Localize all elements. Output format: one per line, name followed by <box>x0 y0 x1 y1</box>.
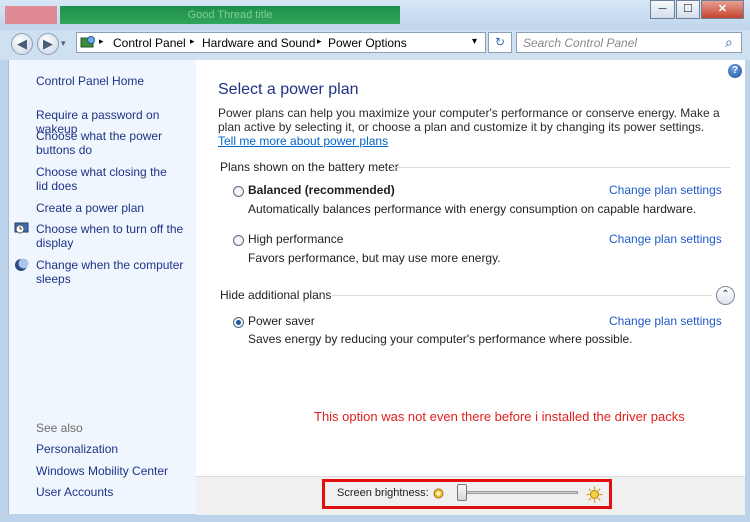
forward-button[interactable]: ▶ <box>37 33 59 55</box>
close-button[interactable]: ✕ <box>701 0 744 19</box>
brightness-slider-thumb[interactable] <box>457 484 468 501</box>
moon-icon <box>15 258 29 271</box>
plan-name-power-saver[interactable]: Power saver <box>248 314 315 328</box>
radio-balanced[interactable] <box>233 186 244 197</box>
breadcrumb-separator: ▸ <box>99 36 104 46</box>
window-frame-left <box>0 60 8 522</box>
tell-me-more-link[interactable]: Tell me more about power plans <box>218 134 388 148</box>
control-panel-icon <box>80 36 95 48</box>
display-timer-icon <box>14 222 29 234</box>
window-frame-right <box>745 60 750 522</box>
radio-high-performance[interactable] <box>233 235 244 246</box>
blurred-window-title: Good Thread title <box>60 6 400 24</box>
change-plan-settings-high-performance[interactable]: Change plan settings <box>609 232 722 246</box>
sidebar-link-computer-sleeps[interactable]: Change when the computer sleeps <box>36 258 186 286</box>
page-description: Power plans can help you maximize your c… <box>218 106 723 148</box>
breadcrumb-hardware-and-sound[interactable]: Hardware and Sound <box>202 36 315 50</box>
refresh-button[interactable]: ↻ <box>488 32 512 53</box>
address-history-dropdown[interactable]: ▾ <box>472 36 477 47</box>
page-title: Select a power plan <box>218 81 359 98</box>
see-also-mobility-center[interactable]: Windows Mobility Center <box>36 464 168 478</box>
bright-brightness-icon[interactable] <box>586 486 603 503</box>
radio-power-saver[interactable] <box>233 317 244 328</box>
plan-name-balanced[interactable]: Balanced (recommended) <box>248 183 395 197</box>
minimize-button[interactable]: ─ <box>650 0 675 19</box>
sidebar-link-create-plan[interactable]: Create a power plan <box>36 201 144 215</box>
maximize-button[interactable]: ☐ <box>676 0 700 19</box>
search-input[interactable]: Search Control Panel <box>523 36 637 50</box>
plan-name-high-performance[interactable]: High performance <box>248 232 343 246</box>
battery-meter-group-label: Plans shown on the battery meter <box>220 160 399 174</box>
recent-pages-dropdown[interactable]: ▾ <box>61 38 66 49</box>
see-also-user-accounts[interactable]: User Accounts <box>36 485 113 499</box>
hide-additional-plans-label[interactable]: Hide additional plans <box>220 288 331 302</box>
sidebar-link-turn-off-display[interactable]: Choose when to turn off the display <box>36 222 186 250</box>
breadcrumb-control-panel[interactable]: Control Panel <box>113 36 186 50</box>
description-text: Power plans can help you maximize your c… <box>218 106 720 134</box>
dim-brightness-icon[interactable] <box>433 488 444 499</box>
address-bar[interactable]: ▸ Control Panel ▸ Hardware and Sound ▸ P… <box>76 32 486 53</box>
window-frame-bottom <box>0 514 750 522</box>
help-icon[interactable]: ? <box>728 64 742 78</box>
brightness-slider-track[interactable] <box>458 491 578 494</box>
blurred-title-region <box>5 6 57 24</box>
annotation-text: This option was not even there before i … <box>314 409 685 424</box>
breadcrumb-separator[interactable]: ▸ <box>190 36 195 47</box>
back-button[interactable]: ◀ <box>11 33 33 55</box>
plan-desc-high-performance: Favors performance, but may use more ene… <box>248 251 501 265</box>
control-panel-home-link[interactable]: Control Panel Home <box>36 74 144 88</box>
see-also-personalization[interactable]: Personalization <box>36 442 118 456</box>
breadcrumb-separator[interactable]: ▸ <box>317 36 322 47</box>
see-also-heading: See also <box>36 421 83 435</box>
divider <box>392 167 730 168</box>
plan-desc-power-saver: Saves energy by reducing your computer's… <box>248 332 633 346</box>
plan-desc-balanced: Automatically balances performance with … <box>248 202 697 216</box>
divider <box>332 295 712 296</box>
sidebar-link-power-buttons[interactable]: Choose what the power buttons do <box>36 129 166 157</box>
search-box[interactable]: Search Control Panel ⌕ <box>516 32 742 53</box>
sidebar-link-closing-lid[interactable]: Choose what closing the lid does <box>36 165 181 193</box>
change-plan-settings-power-saver[interactable]: Change plan settings <box>609 314 722 328</box>
screen-brightness-label: Screen brightness: <box>337 487 429 499</box>
breadcrumb-power-options[interactable]: Power Options <box>328 36 407 50</box>
search-icon[interactable]: ⌕ <box>725 34 733 51</box>
change-plan-settings-balanced[interactable]: Change plan settings <box>609 183 722 197</box>
collapse-button[interactable]: ⌃ <box>716 286 735 305</box>
